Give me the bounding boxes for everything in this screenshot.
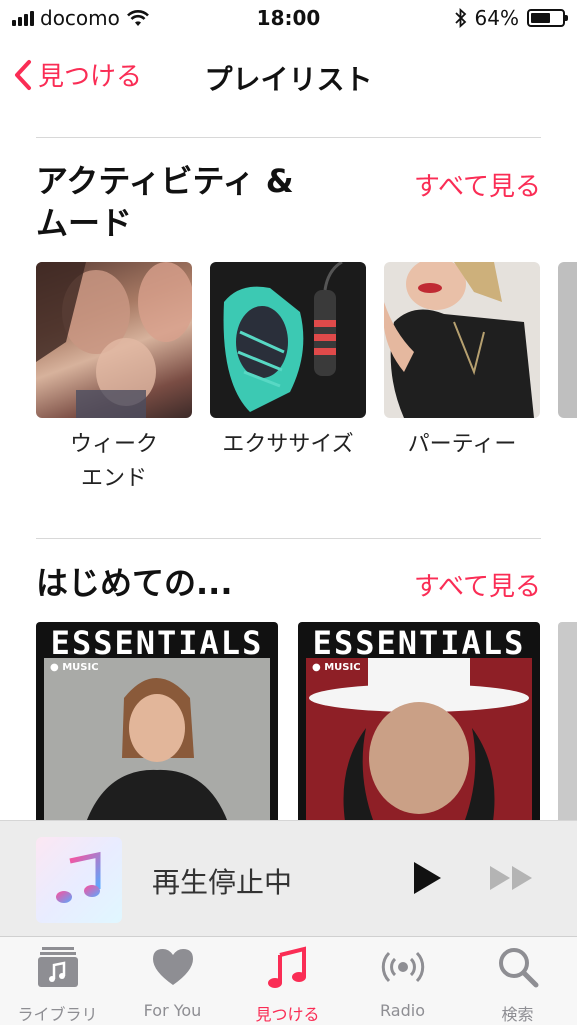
battery-percent: 64% <box>474 6 519 30</box>
section-title-beginner: はじめての... <box>36 564 233 602</box>
tab-label: 検索 <box>501 1005 534 1024</box>
heart-icon <box>153 949 193 985</box>
apple-icon: ● <box>50 662 59 673</box>
tab-label: For You <box>143 1001 202 1020</box>
radio-icon <box>381 951 425 983</box>
now-playing-artwork <box>36 837 122 923</box>
essentials-artwork: ● MUSIC <box>306 658 532 822</box>
tab-browse[interactable]: 見つける <box>230 937 345 1025</box>
playlist-tile-exercise[interactable] <box>210 262 366 418</box>
see-all-beginner-link[interactable]: すべて見る <box>414 566 541 603</box>
playlist-tile-party[interactable] <box>384 262 540 418</box>
music-note-icon <box>56 851 101 903</box>
weekend-photo <box>36 262 192 418</box>
section-title-line1: アクティビティ & <box>36 162 294 200</box>
section-title-line2: ムード <box>36 204 133 242</box>
bluetooth-icon <box>454 8 466 28</box>
playlist-tile-peek[interactable] <box>558 262 577 418</box>
battery-icon <box>527 9 568 27</box>
tab-bar: ライブラリ For You 見つける Radio 検索 <box>0 936 577 1025</box>
divider <box>36 137 541 138</box>
playlist-tile-weekend[interactable] <box>36 262 192 418</box>
library-icon <box>38 947 78 987</box>
exercise-photo <box>223 262 343 412</box>
artist-photo <box>86 678 228 822</box>
apple-music-logo: ● MUSIC <box>312 662 361 673</box>
music-note-icon <box>268 946 306 988</box>
artist-photo <box>309 658 529 822</box>
essentials-banner: ESSENTIALS <box>312 624 526 662</box>
tab-radio[interactable]: Radio <box>345 937 460 1025</box>
play-button[interactable] <box>410 859 444 897</box>
essentials-banner: ESSENTIALS <box>50 624 264 662</box>
fast-forward-button[interactable] <box>488 863 536 893</box>
tab-label: Radio <box>380 1001 425 1020</box>
essentials-card[interactable]: ESSENTIALS ● MUSIC <box>36 622 278 822</box>
tab-for-you[interactable]: For You <box>115 937 230 1025</box>
tile-label-exercise: エクササイズ <box>222 432 354 457</box>
see-all-activity-link[interactable]: すべて見る <box>414 166 541 203</box>
apple-music-logo: ● MUSIC <box>50 662 99 673</box>
tab-library[interactable]: ライブラリ <box>0 937 115 1025</box>
navigation-bar: 見つける プレイリスト <box>0 44 577 108</box>
search-icon <box>499 948 539 988</box>
tab-label: ライブラリ <box>17 1005 98 1024</box>
tab-label: 見つける <box>255 1005 320 1024</box>
section-title-activity: アクティビティ & ムード <box>36 160 336 244</box>
essentials-artwork: ● MUSIC <box>44 658 270 822</box>
divider <box>36 538 541 539</box>
apple-icon: ● <box>312 662 321 673</box>
tile-label-party: パーティー <box>407 432 517 457</box>
party-photo <box>384 262 534 418</box>
playback-status: 再生停止中 <box>152 866 293 899</box>
page-title: プレイリスト <box>204 63 373 96</box>
essentials-card[interactable]: ESSENTIALS ● MUSIC <box>298 622 540 822</box>
status-bar: docomo 18:00 64% <box>0 0 577 40</box>
mini-player[interactable]: 再生停止中 <box>0 820 577 937</box>
essentials-card-peek[interactable] <box>558 622 577 822</box>
tile-label-weekend: ウィーク エンド <box>69 432 158 491</box>
tab-search[interactable]: 検索 <box>460 937 575 1025</box>
